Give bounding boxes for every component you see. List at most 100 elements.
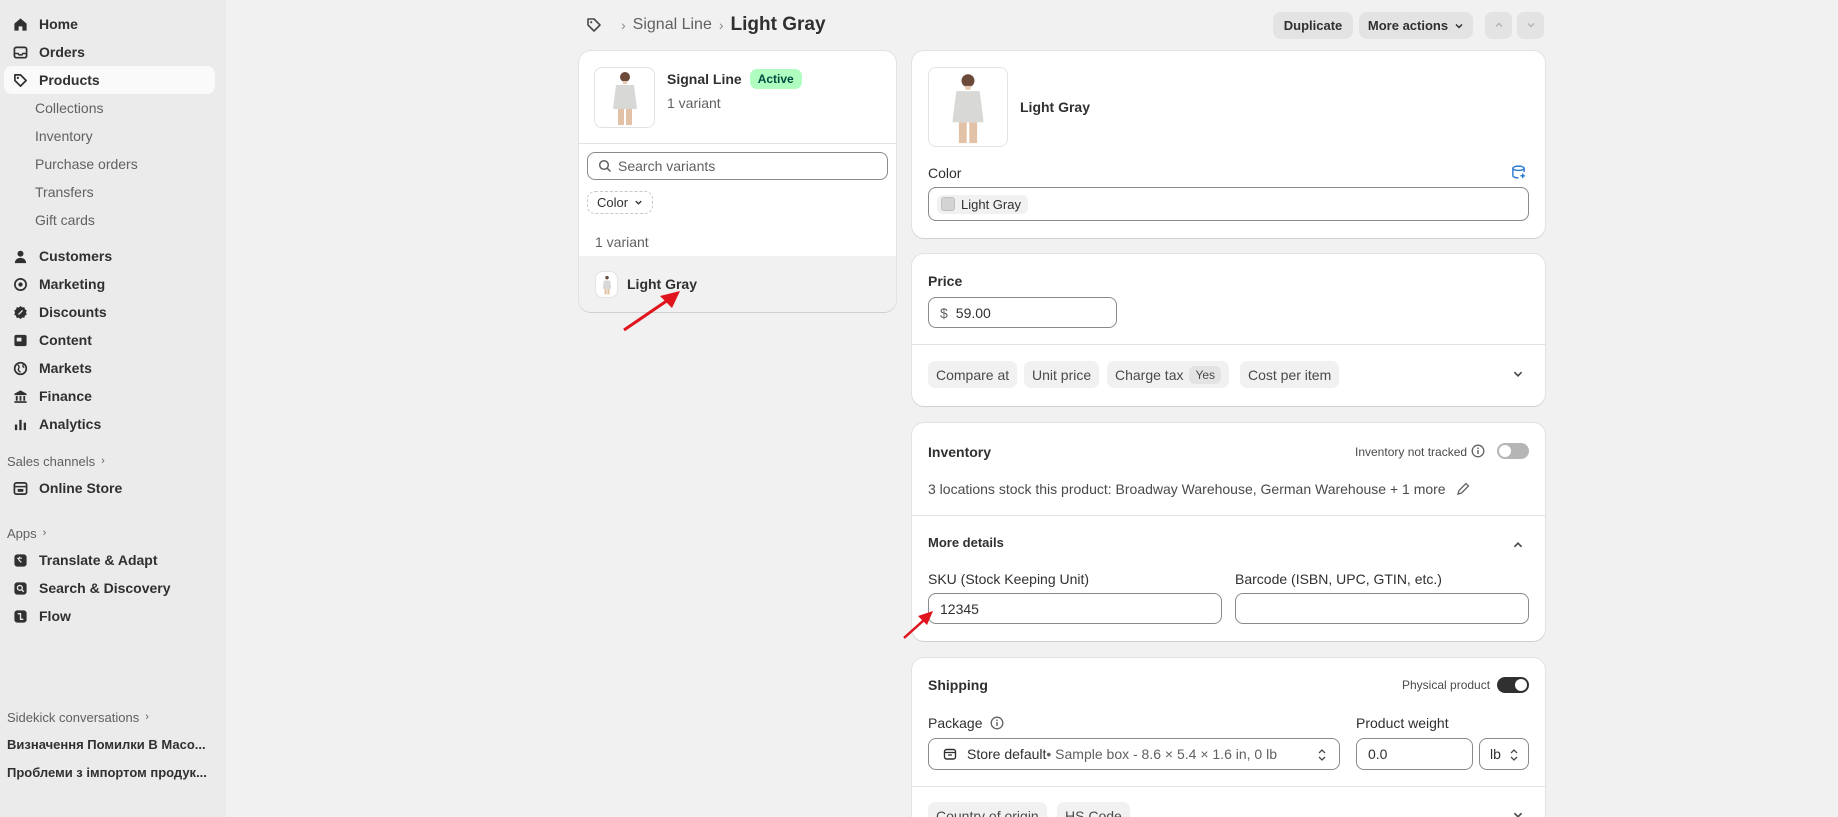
- duplicate-button[interactable]: Duplicate: [1273, 12, 1353, 39]
- color-swatch: [941, 197, 955, 211]
- sales-channels-label: Sales channels: [7, 453, 96, 469]
- toggle-knob: [1515, 679, 1527, 691]
- person-icon: [12, 248, 28, 264]
- sidebar-item-content[interactable]: Content: [4, 326, 215, 354]
- inventory-card: Inventory Inventory not tracked 3 locati…: [912, 423, 1545, 641]
- chevron-right-icon: ›: [101, 455, 105, 467]
- sidebar-item-inventory[interactable]: Inventory: [0, 122, 226, 150]
- chart-icon: [12, 416, 28, 432]
- variant-card: Light Gray Color Light Gray: [912, 51, 1545, 238]
- flow-app-icon: [12, 608, 28, 624]
- charge-tax-pill[interactable]: Charge tax Yes: [1107, 361, 1230, 388]
- charge-tax-label: Charge tax: [1115, 366, 1184, 383]
- price-input[interactable]: $ 59.00: [928, 297, 1117, 328]
- barcode-input[interactable]: [1235, 593, 1529, 624]
- chevron-up-icon[interactable]: [1512, 539, 1524, 554]
- chevron-down-icon[interactable]: [1512, 368, 1524, 383]
- country-of-origin-pill[interactable]: Country of origin: [928, 802, 1047, 817]
- sidebar-item-label: Flow: [39, 608, 71, 624]
- sidebar-item-gift-cards[interactable]: Gift cards: [0, 206, 226, 234]
- sidebar-item-marketing[interactable]: Marketing: [4, 270, 215, 298]
- search-placeholder: Search variants: [618, 158, 716, 174]
- sidebar-item-online-store[interactable]: Online Store: [4, 474, 215, 502]
- product-name: Signal Line: [667, 71, 742, 87]
- price-card: Price $ 59.00 Compare at Unit price Char…: [912, 254, 1545, 406]
- sidebar-item-label: Marketing: [39, 276, 106, 292]
- product-thumbnail[interactable]: [594, 67, 655, 128]
- tag-icon[interactable]: [586, 17, 602, 33]
- sidebar-item-finance[interactable]: Finance: [4, 382, 215, 410]
- weight-label: Product weight: [1356, 715, 1449, 731]
- chevron-right-icon: ›: [145, 711, 149, 723]
- metafield-icon[interactable]: [1511, 165, 1526, 183]
- physical-product-toggle[interactable]: [1497, 677, 1529, 693]
- cost-per-item-pill[interactable]: Cost per item: [1240, 361, 1340, 388]
- hs-code-pill[interactable]: HS Code: [1057, 802, 1130, 817]
- sidebar-item-purchase-orders[interactable]: Purchase orders: [0, 150, 226, 178]
- filter-label: Color: [597, 195, 629, 210]
- edit-pencil-icon[interactable]: [1456, 482, 1470, 496]
- sidebar-item-label: Products: [39, 72, 100, 88]
- weight-input[interactable]: 0.0: [1356, 738, 1473, 770]
- variant-thumbnail: [595, 270, 618, 298]
- variant-image-figure: [952, 74, 984, 144]
- divider: [579, 143, 896, 144]
- info-icon[interactable]: [990, 716, 1004, 730]
- sidebar-item-translate-adapt[interactable]: Translate & Adapt: [4, 546, 215, 574]
- chevron-down-icon[interactable]: [1512, 809, 1524, 817]
- color-field[interactable]: Light Gray: [928, 187, 1529, 221]
- sidebar-item-customers[interactable]: Customers: [4, 242, 215, 270]
- sidebar-item-flow[interactable]: Flow: [4, 602, 215, 630]
- color-label: Color: [928, 165, 962, 181]
- sidebar-item-analytics[interactable]: Analytics: [4, 410, 215, 438]
- compare-at-pill[interactable]: Compare at: [928, 361, 1018, 388]
- breadcrumb-product-link[interactable]: Signal Line: [633, 16, 712, 34]
- sidebar-item-label: Orders: [39, 44, 85, 60]
- search-icon: [598, 159, 612, 176]
- more-details-header[interactable]: More details: [928, 535, 1004, 550]
- sidebar-item-search-discovery[interactable]: Search & Discovery: [4, 574, 215, 602]
- select-arrows-icon: [1317, 748, 1327, 765]
- variant-title: Light Gray: [1020, 99, 1091, 115]
- sales-channels-header[interactable]: Sales channels ›: [0, 448, 226, 474]
- more-actions-button[interactable]: More actions: [1359, 12, 1473, 39]
- variants-card: Signal Line Active 1 variant Search vari…: [579, 51, 896, 312]
- sidekick-conversations-header[interactable]: Sidekick conversations ›: [0, 704, 149, 730]
- divider: [912, 786, 1545, 787]
- info-icon[interactable]: [1471, 444, 1485, 461]
- search-variants-input[interactable]: Search variants: [587, 152, 888, 180]
- apps-header[interactable]: Apps ›: [0, 520, 226, 546]
- sidebar-item-orders[interactable]: Orders: [4, 38, 215, 66]
- sidebar-item-label: Search & Discovery: [39, 580, 171, 596]
- weight-unit-select[interactable]: lb: [1479, 738, 1529, 770]
- box-icon: [943, 747, 957, 761]
- charge-tax-value: Yes: [1189, 365, 1222, 384]
- conversation-item[interactable]: Проблеми з імпортом продук...: [0, 758, 214, 786]
- target-icon: [12, 276, 28, 292]
- package-select[interactable]: Store default • Sample box - 8.6 × 5.4 ×…: [928, 738, 1340, 770]
- sidebar-item-home[interactable]: Home: [4, 10, 215, 38]
- color-filter-button[interactable]: Color: [587, 191, 654, 214]
- sidekick-label: Sidekick conversations: [7, 709, 140, 725]
- inventory-tracking-toggle[interactable]: [1497, 443, 1529, 459]
- inventory-title: Inventory: [928, 444, 992, 460]
- variant-list-count: 1 variant: [595, 234, 649, 250]
- sidebar-item-markets[interactable]: Markets: [4, 354, 215, 382]
- sidebar-item-collections[interactable]: Collections: [0, 94, 226, 122]
- inbox-icon: [12, 44, 28, 60]
- unit-price-pill[interactable]: Unit price: [1024, 361, 1100, 388]
- package-label: Package: [928, 715, 983, 731]
- sku-input[interactable]: 12345: [928, 593, 1222, 624]
- weight-unit: lb: [1490, 746, 1501, 762]
- sidebar-item-products[interactable]: Products: [4, 66, 215, 94]
- next-variant-button[interactable]: [1517, 12, 1544, 39]
- previous-variant-button[interactable]: [1485, 12, 1512, 39]
- sidebar-item-label: Finance: [39, 388, 92, 404]
- sidebar-item-label: Analytics: [39, 416, 102, 432]
- color-chip: Light Gray: [937, 194, 1028, 214]
- variant-image[interactable]: [928, 67, 1008, 147]
- sidebar-item-label: Customers: [39, 248, 113, 264]
- conversation-item[interactable]: Визначення Помилки В Масо...: [0, 730, 214, 758]
- sidebar-item-discounts[interactable]: Discounts: [4, 298, 215, 326]
- sidebar-item-transfers[interactable]: Transfers: [0, 178, 226, 206]
